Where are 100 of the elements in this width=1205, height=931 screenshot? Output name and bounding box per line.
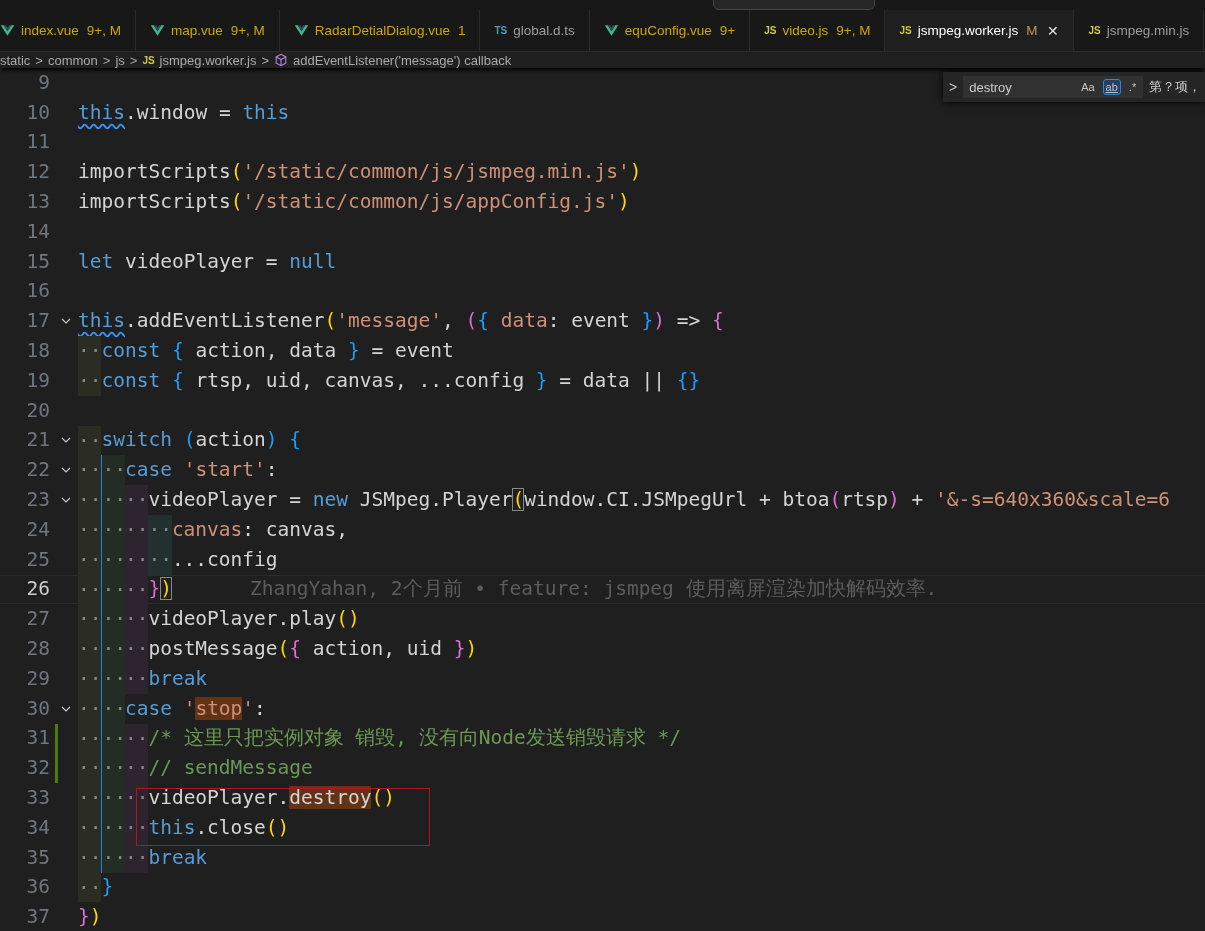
code-line: }) (78, 906, 102, 929)
line-number: 28 (25, 638, 50, 661)
find-replace-toggle[interactable]: > (949, 79, 958, 95)
line-number: 9 (37, 71, 50, 94)
indent-guide: ·· (78, 634, 102, 664)
git-blame-annotation: ZhangYahan, 2个月前 • feature: jsmpeg 使用离屏渲染加快解码效率. (249, 578, 938, 601)
line-number: 37 (25, 906, 50, 929)
code-line: importScripts('/static/common/js/jsmpeg.min.js') (78, 161, 642, 184)
indent-guide: ·· (124, 753, 149, 784)
line-number: 18 (25, 340, 50, 363)
breadcrumb-separator: > (102, 52, 111, 68)
tab-status-text: 9+, M (836, 23, 871, 38)
indent-guide: ·· (78, 604, 102, 635)
tab-status-text: 9+ (719, 23, 736, 38)
code-line: this.window = this (78, 101, 290, 124)
javascript-file-icon: JS (142, 54, 155, 66)
code-line: videoPlayer.destroy() (148, 787, 395, 809)
indent-guide: ·· (101, 455, 125, 486)
tab-status-text: 9+, M (230, 23, 265, 38)
line-number: 12 (25, 161, 50, 184)
indent-guide: ·· (78, 544, 102, 575)
breadcrumb-item[interactable]: js (115, 52, 125, 68)
breadcrumb-item[interactable]: common (47, 52, 98, 68)
indent-guide: ·· (78, 723, 102, 754)
find-option-toggle[interactable]: ab (1102, 79, 1121, 95)
vue-file-icon (603, 24, 619, 37)
breadcrumb-item[interactable]: addEventListener('message') callback (293, 52, 512, 68)
code-line: case 'start': (124, 459, 278, 482)
code-line: this.addEventListener('message', ({ data: event }) => { (78, 310, 724, 333)
indent-guide: ·· (101, 783, 125, 813)
code-line: ...config (171, 548, 278, 571)
breadcrumb-item[interactable]: jsmpeg.worker.js (159, 52, 257, 68)
code-line: break (148, 667, 208, 690)
vue-file-icon (293, 24, 309, 37)
indent-guide: ·· (78, 693, 102, 724)
tab-label: jsmpeg.min.js (1106, 23, 1190, 38)
close-icon[interactable]: ✕ (1047, 22, 1060, 39)
cube-icon (274, 53, 288, 67)
line-number: 33 (25, 787, 50, 809)
code-line: break (148, 846, 208, 869)
tab-label: equConfig.vue (624, 23, 712, 38)
indent-guide: ·· (101, 634, 125, 664)
find-option-toggle[interactable]: Aa (1078, 79, 1098, 95)
tab-label: global.d.ts (513, 23, 575, 38)
tab-label: jsmpeg.worker.js (917, 23, 1019, 38)
typescript-file-icon: TS (494, 25, 508, 36)
indent-guide: ·· (124, 723, 149, 754)
find-input-field[interactable]: destroy Aa ab .* (963, 76, 1144, 98)
indent-guide: ·· (78, 514, 102, 545)
tab-status-text: 1 (457, 23, 466, 38)
editor-tab[interactable]: JS jsmpeg.worker.js M ✕ (885, 10, 1075, 51)
indent-guide: ·· (101, 723, 125, 754)
code-line: const { rtsp, uid, canvas, ...config } = data || {} (101, 369, 701, 392)
indent-guide: ·· (78, 574, 102, 605)
code-line: videoPlayer = new JSMpeg.Player(window.CI.JSMpegUrl + btoa(rtsp) + '&-s=640x360&scale=6 (148, 489, 1170, 512)
editor-tab[interactable]: index.vue 9+, M (0, 10, 136, 51)
breadcrumb-separator: > (35, 52, 43, 68)
indent-guide: ·· (78, 783, 102, 813)
code-line: const { action, data } = event (101, 340, 454, 363)
indent-guide: ·· (78, 872, 102, 903)
code-line: } (101, 876, 114, 899)
code-line: switch (action) { (101, 429, 302, 452)
line-number: 32 (25, 757, 50, 780)
line-number: 34 (25, 816, 50, 839)
code-line: postMessage({ action, uid }) (148, 638, 478, 661)
code-line: let videoPlayer = null (78, 250, 337, 273)
indent-guide: ·· (78, 812, 102, 843)
tab-label: video.js (782, 23, 829, 38)
line-number: 11 (25, 131, 50, 154)
code-line: canvas: canvas, (171, 518, 348, 541)
breadcrumb-item[interactable]: static (0, 52, 31, 68)
line-number: 29 (25, 667, 50, 690)
indent-guide: ·· (148, 544, 172, 575)
code-line: videoPlayer.play() (148, 608, 360, 631)
indent-guide: ·· (101, 693, 125, 724)
indent-guide: ·· (78, 753, 102, 784)
line-number: 22 (25, 459, 50, 482)
indent-guide: ·· (124, 485, 149, 515)
match-count: 第？项， (1149, 78, 1202, 96)
line-number: 15 (25, 250, 50, 273)
line-number: 27 (25, 608, 50, 631)
indent-guide: ·· (101, 604, 125, 635)
find-option-toggle[interactable]: .* (1125, 79, 1140, 95)
breadcrumb-separator: > (129, 52, 138, 68)
indent-guide: ·· (78, 425, 102, 456)
indent-guide: ·· (78, 663, 102, 694)
indent-guide: ·· (101, 812, 125, 843)
code-line: }) (148, 578, 172, 601)
line-number: 13 (25, 191, 50, 214)
indent-guide: ·· (78, 336, 102, 366)
line-number: 16 (25, 280, 50, 303)
javascript-file-icon: JS (764, 25, 777, 36)
line-number: 26 (25, 578, 50, 601)
indent-guide: ·· (101, 514, 125, 545)
line-number: 14 (25, 220, 50, 243)
tab-label: index.vue (21, 23, 79, 38)
breadcrumb-separator: > (261, 52, 269, 68)
code-line: importScripts('/static/common/js/appConfig.js') (78, 191, 630, 214)
line-number: 30 (25, 697, 50, 720)
code-line: this.close() (148, 816, 290, 839)
